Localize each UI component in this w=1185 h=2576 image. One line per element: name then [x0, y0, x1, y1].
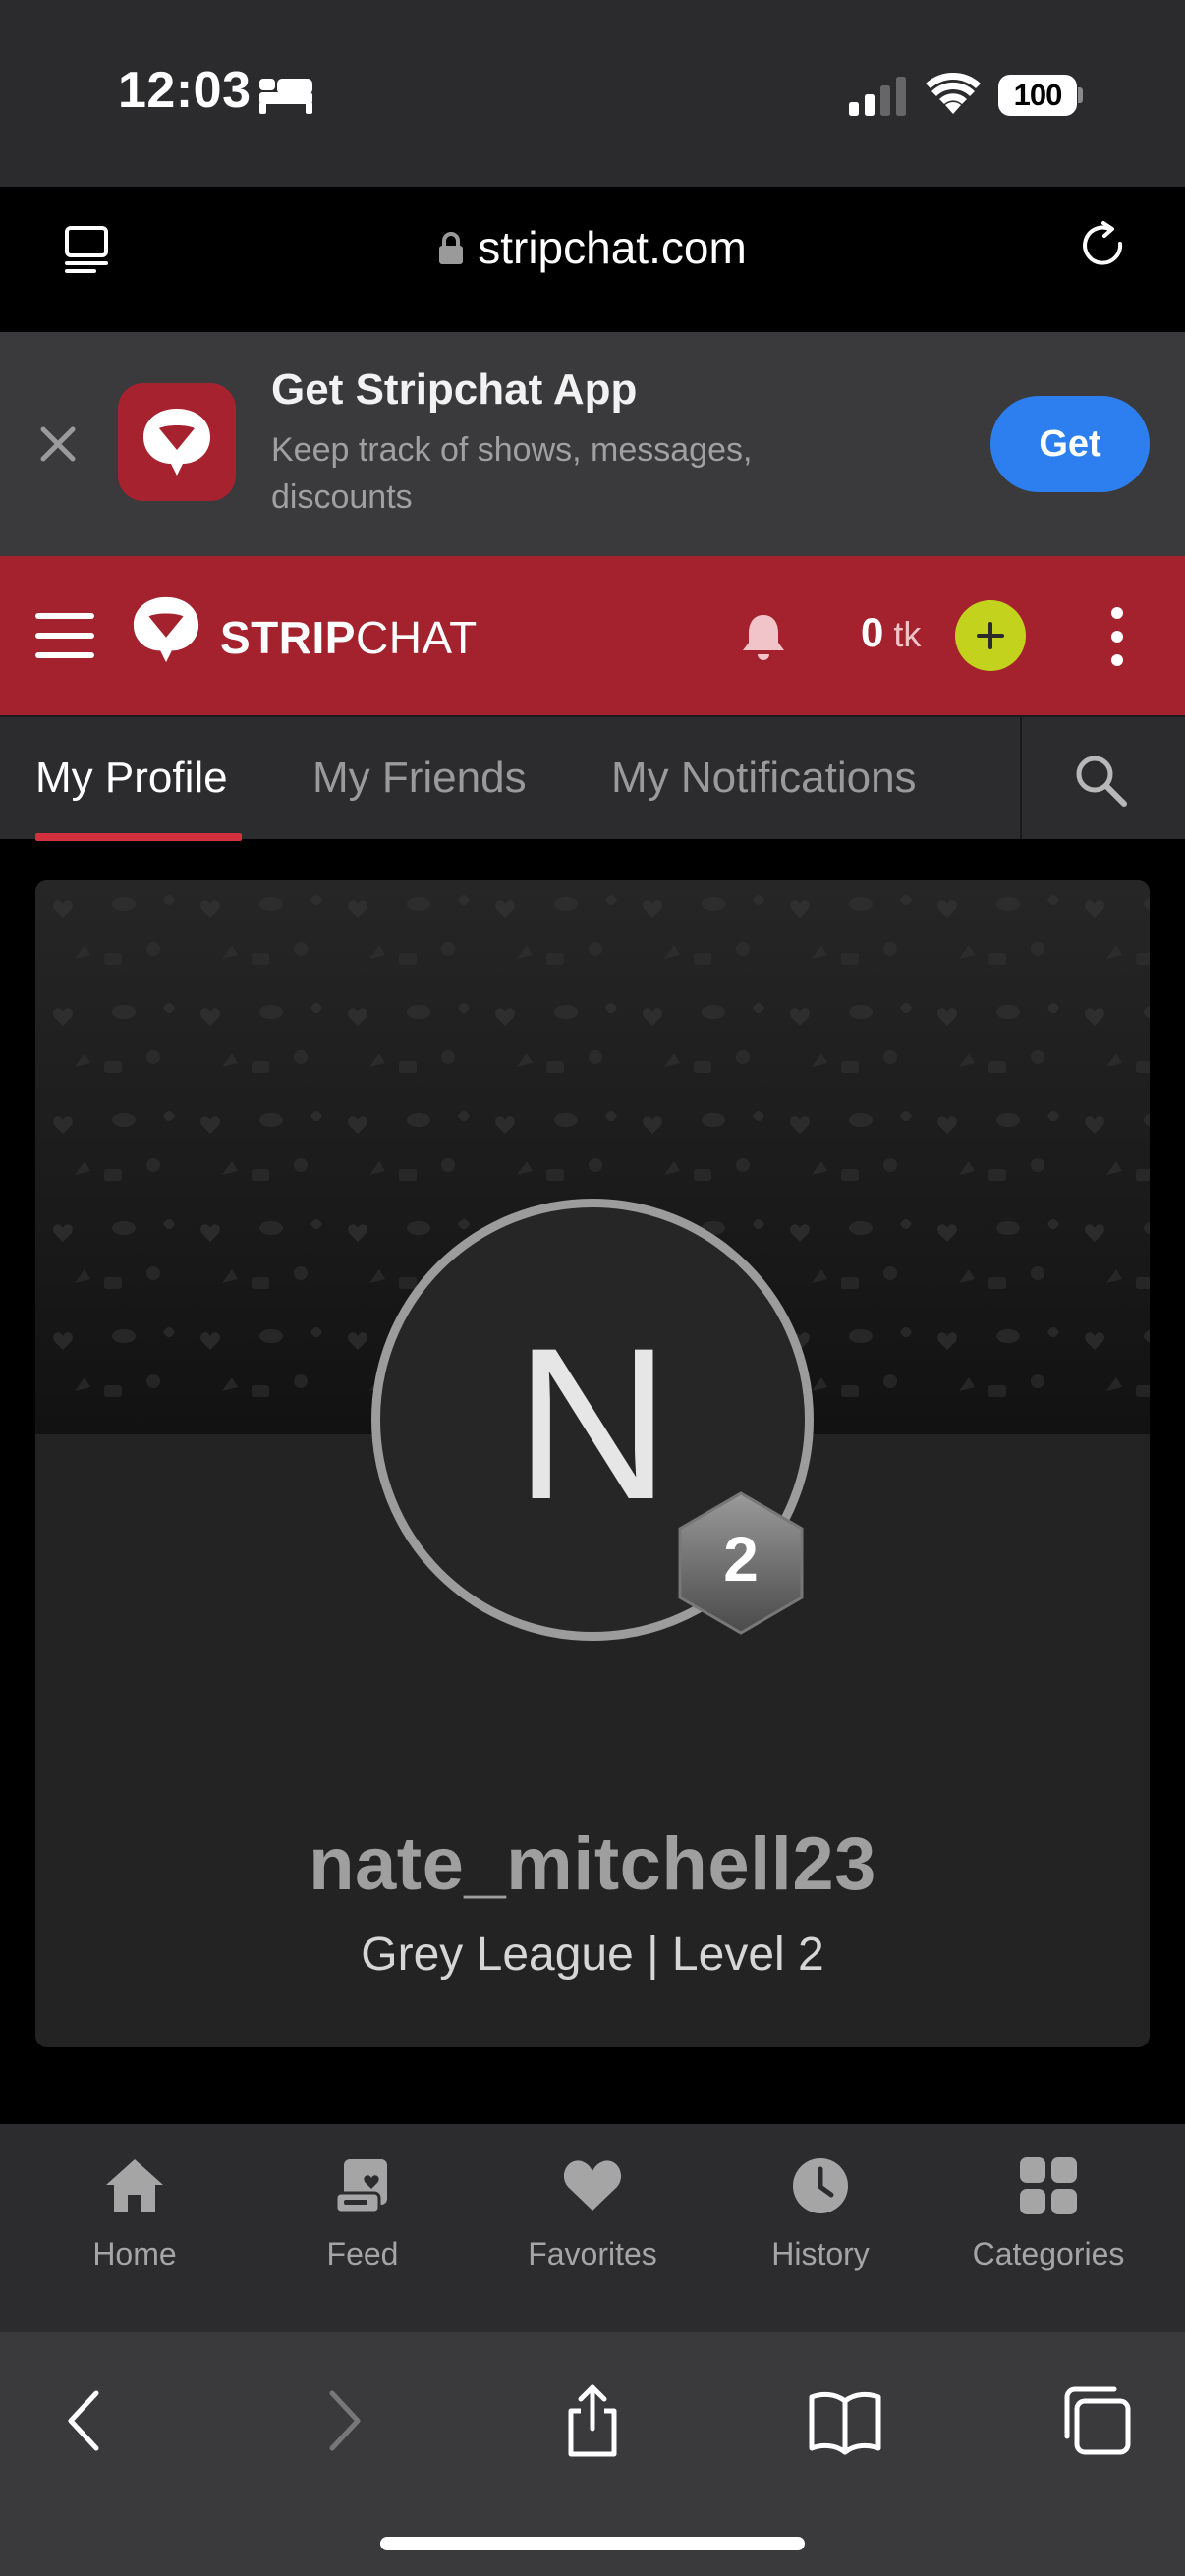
logo-text: STRIPCHAT	[220, 611, 478, 664]
bookmarks-icon[interactable]	[806, 2381, 884, 2460]
home-indicator	[380, 2537, 805, 2550]
profile-username: nate_mitchell23	[309, 1822, 876, 1906]
token-count: 0	[861, 609, 884, 655]
clock-icon	[793, 2158, 848, 2213]
url-text[interactable]: stripchat.com	[478, 222, 747, 273]
app-logo	[118, 383, 236, 501]
tabs-icon[interactable]	[1057, 2381, 1136, 2460]
nav-favorites[interactable]: Favorites	[484, 2154, 701, 2301]
close-icon[interactable]	[37, 423, 79, 465]
nav-feed-label: Feed	[326, 2236, 399, 2271]
get-app-button[interactable]: Get	[990, 396, 1150, 492]
profile-card: N 2 nate_mitchell23 Grey League | Level …	[35, 880, 1150, 2047]
banner-subtitle: Keep track of shows, messages, discounts	[271, 431, 753, 516]
token-unit: tk	[893, 614, 922, 654]
nav-home[interactable]: Home	[27, 2154, 243, 2301]
forward-icon[interactable]	[303, 2381, 381, 2460]
status-time: 12:03	[118, 62, 252, 119]
share-icon[interactable]	[553, 2381, 632, 2460]
token-balance[interactable]: 0 tk	[861, 609, 921, 656]
stripchat-logo-icon	[133, 596, 199, 663]
nav-history-label: History	[771, 2236, 870, 2271]
heart-icon	[563, 2160, 622, 2211]
banner-title: Get Stripchat App	[271, 365, 638, 414]
nav-categories-label: Categories	[972, 2236, 1125, 2271]
hamburger-menu-icon[interactable]	[35, 611, 94, 660]
tab-my-notifications[interactable]: My Notifications	[611, 717, 917, 839]
tab-my-profile[interactable]: My Profile	[35, 717, 228, 839]
site-header: STRIPCHAT 0 tk	[0, 556, 1185, 715]
sleep-focus-icon	[259, 79, 312, 114]
battery-icon: 100	[998, 75, 1083, 116]
battery-percent: 100	[998, 75, 1077, 116]
status-bar: 12:03 100	[0, 0, 1185, 187]
nav-feed[interactable]: Feed	[254, 2154, 471, 2301]
level-badge-number: 2	[723, 1524, 759, 1595]
logo-text-bold: STRIP	[220, 612, 356, 663]
wifi-icon	[926, 72, 981, 114]
tabs-divider	[1020, 717, 1022, 839]
stripchat-logo-icon	[143, 409, 210, 476]
logo-text-light: CHAT	[355, 612, 478, 663]
active-tab-indicator	[35, 833, 242, 841]
grid-icon	[1020, 2157, 1077, 2214]
feed-icon	[334, 2159, 387, 2214]
nav-history[interactable]: History	[712, 2154, 929, 2301]
search-icon[interactable]	[1073, 753, 1128, 808]
tab-my-friends[interactable]: My Friends	[312, 717, 527, 839]
lock-icon	[439, 232, 464, 264]
reload-icon[interactable]	[1077, 220, 1130, 273]
cellular-signal-icon	[849, 77, 906, 116]
nav-home-label: Home	[92, 2236, 177, 2271]
nav-favorites-label: Favorites	[528, 2236, 657, 2271]
plus-icon	[977, 622, 1004, 649]
site-bottom-nav: Home Feed Favorites History Categories	[0, 2124, 1185, 2332]
more-options-icon[interactable]	[1104, 605, 1130, 668]
buy-tokens-button[interactable]	[955, 600, 1026, 671]
profile-tabs: My Profile My Friends My Notifications	[0, 715, 1185, 841]
address-bar[interactable]: stripchat.com	[28, 195, 1157, 301]
league-level: Grey League | Level 2	[361, 1929, 824, 1981]
home-icon	[106, 2159, 163, 2212]
bell-icon[interactable]	[741, 611, 786, 662]
back-icon[interactable]	[47, 2381, 126, 2460]
nav-categories[interactable]: Categories	[940, 2154, 1157, 2301]
